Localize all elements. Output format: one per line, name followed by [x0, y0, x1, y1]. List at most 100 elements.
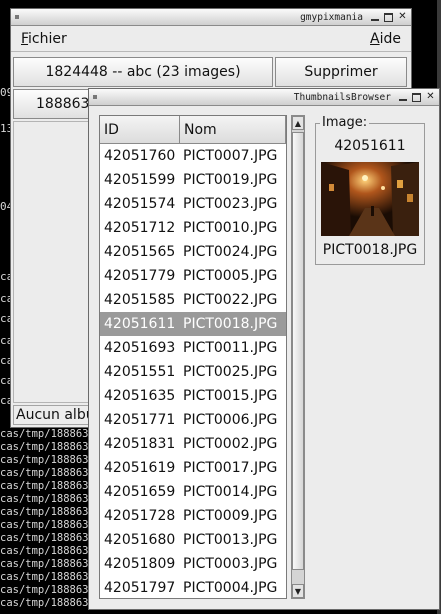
- cell-id: 42051611: [104, 316, 176, 332]
- table-row[interactable]: 42051771 PICT0006.JPG: [100, 408, 286, 432]
- image-preview-group: Image: 42051611 PICT0018.JPG: [315, 115, 425, 265]
- minimize-icon: [370, 19, 379, 21]
- window-controls: ✕: [397, 92, 439, 103]
- cell-id: 42051779: [104, 268, 176, 284]
- maximize-icon: [384, 12, 393, 22]
- night-street-photo: [321, 162, 419, 236]
- main-window-title: gmypixmania: [300, 11, 363, 23]
- column-header-nom[interactable]: Nom: [180, 116, 286, 143]
- cell-name: PICT0003.JPG: [183, 556, 278, 572]
- thumbnails-titlebar[interactable]: ThumbnailsBrowser ✕: [89, 89, 439, 106]
- arrow-up-icon: ▲: [294, 118, 302, 128]
- table-row[interactable]: 42051809 PICT0003.JPG: [100, 552, 286, 576]
- table-row[interactable]: 42051831 PICT0002.JPG: [100, 432, 286, 456]
- cell-name: PICT0018.JPG: [183, 316, 278, 332]
- scroll-down-button[interactable]: ▼: [292, 584, 304, 598]
- cell-name: PICT0025.JPG: [183, 364, 278, 380]
- album-button[interactable]: 1824448 -- abc (23 images): [13, 57, 273, 87]
- table-row[interactable]: 42051574 PICT0023.JPG: [100, 192, 286, 216]
- window-controls: ✕: [369, 12, 411, 23]
- cell-name: PICT0007.JPG: [183, 148, 278, 164]
- table-row[interactable]: 42051797 PICT0004.JPG: [100, 576, 286, 598]
- cell-name: PICT0005.JPG: [183, 268, 278, 284]
- cell-name: PICT0004.JPG: [183, 580, 278, 596]
- cell-id: 42051771: [104, 412, 176, 428]
- maximize-button[interactable]: [383, 12, 394, 23]
- table-row[interactable]: 42051760 PICT0007.JPG: [100, 144, 286, 168]
- menu-fichier[interactable]: Fichier: [21, 31, 67, 47]
- image-preview-filename: PICT0018.JPG: [322, 242, 418, 258]
- thumbnail-list[interactable]: ID Nom 42051760 PICT0007.JPG 42051599 PICT0…: [99, 115, 287, 599]
- arrow-down-icon: ▼: [294, 586, 302, 596]
- minimize-icon: [398, 99, 407, 101]
- cell-id: 42051599: [104, 172, 176, 188]
- table-row[interactable]: 42051551 PICT0025.JPG: [100, 360, 286, 384]
- album-row: 1824448 -- abc (23 images) Supprimer: [13, 57, 407, 87]
- main-titlebar[interactable]: gmypixmania ✕: [11, 9, 411, 26]
- cell-name: PICT0010.JPG: [183, 220, 278, 236]
- close-icon: ✕: [426, 91, 435, 102]
- table-row[interactable]: 42051779 PICT0005.JPG: [100, 264, 286, 288]
- image-preview-thumbnail[interactable]: [321, 162, 419, 236]
- cell-id: 42051574: [104, 196, 176, 212]
- image-preview-id: 42051611: [334, 138, 406, 154]
- cell-id: 42051728: [104, 508, 176, 524]
- table-row[interactable]: 42051565 PICT0024.JPG: [100, 240, 286, 264]
- table-row[interactable]: 42051635 PICT0015.JPG: [100, 384, 286, 408]
- list-scrollbar[interactable]: ▲ ▼: [291, 115, 305, 599]
- cell-name: PICT0023.JPG: [183, 196, 278, 212]
- minimize-button[interactable]: [369, 12, 380, 23]
- cell-name: PICT0014.JPG: [183, 484, 278, 500]
- delete-album-button[interactable]: Supprimer: [275, 57, 407, 87]
- cell-id: 42051797: [104, 580, 176, 596]
- menu-aide[interactable]: Aide: [370, 31, 401, 47]
- table-row[interactable]: 42051659 PICT0014.JPG: [100, 480, 286, 504]
- cell-id: 42051680: [104, 532, 176, 548]
- cell-id: 42051831: [104, 436, 176, 452]
- table-row[interactable]: 42051693 PICT0011.JPG: [100, 336, 286, 360]
- close-icon: ✕: [398, 11, 407, 22]
- close-button[interactable]: ✕: [425, 92, 436, 103]
- cell-id: 42051585: [104, 292, 176, 308]
- table-row[interactable]: 42051680 PICT0013.JPG: [100, 528, 286, 552]
- cell-name: PICT0009.JPG: [183, 508, 278, 524]
- cell-id: 42051619: [104, 460, 176, 476]
- window-menu-icon[interactable]: [15, 15, 19, 19]
- cell-id: 42051659: [104, 484, 176, 500]
- cell-id: 42051693: [104, 340, 176, 356]
- window-menu-icon[interactable]: [93, 95, 97, 99]
- close-button[interactable]: ✕: [397, 12, 408, 23]
- cell-name: PICT0015.JPG: [183, 388, 278, 404]
- image-preview-legend: Image:: [320, 115, 370, 130]
- table-row[interactable]: 42051585 PICT0022.JPG: [100, 288, 286, 312]
- cell-id: 42051565: [104, 244, 176, 260]
- cell-name: PICT0024.JPG: [183, 244, 278, 260]
- cell-name: PICT0002.JPG: [183, 436, 278, 452]
- cell-id: 42051551: [104, 364, 176, 380]
- list-header: ID Nom: [100, 116, 286, 144]
- cell-name: PICT0006.JPG: [183, 412, 278, 428]
- cell-id: 42051712: [104, 220, 176, 236]
- cell-name: PICT0022.JPG: [183, 292, 278, 308]
- thumbnails-window-title: ThumbnailsBrowser: [293, 91, 391, 103]
- maximize-button[interactable]: [411, 92, 422, 103]
- menu-bar: Fichier Aide: [11, 26, 411, 52]
- table-row[interactable]: 42051611 PICT0018.JPG: [100, 312, 286, 336]
- cell-name: PICT0017.JPG: [183, 460, 278, 476]
- table-row[interactable]: 42051712 PICT0010.JPG: [100, 216, 286, 240]
- cell-id: 42051635: [104, 388, 176, 404]
- thumbnails-window: ThumbnailsBrowser ✕ ID Nom 42051760 PICT0…: [88, 88, 440, 610]
- cell-name: PICT0013.JPG: [183, 532, 278, 548]
- scrollbar-thumb[interactable]: [292, 132, 304, 570]
- table-row[interactable]: 42051599 PICT0019.JPG: [100, 168, 286, 192]
- cell-name: PICT0019.JPG: [183, 172, 278, 188]
- scroll-up-button[interactable]: ▲: [292, 116, 304, 130]
- table-row[interactable]: 42051728 PICT0009.JPG: [100, 504, 286, 528]
- column-header-id[interactable]: ID: [100, 116, 180, 143]
- cell-name: PICT0011.JPG: [183, 340, 278, 356]
- list-rows: 42051760 PICT0007.JPG 42051599 PICT0019.JPG…: [100, 144, 286, 598]
- table-row[interactable]: 42051619 PICT0017.JPG: [100, 456, 286, 480]
- minimize-button[interactable]: [397, 92, 408, 103]
- maximize-icon: [412, 92, 421, 102]
- cell-id: 42051809: [104, 556, 176, 572]
